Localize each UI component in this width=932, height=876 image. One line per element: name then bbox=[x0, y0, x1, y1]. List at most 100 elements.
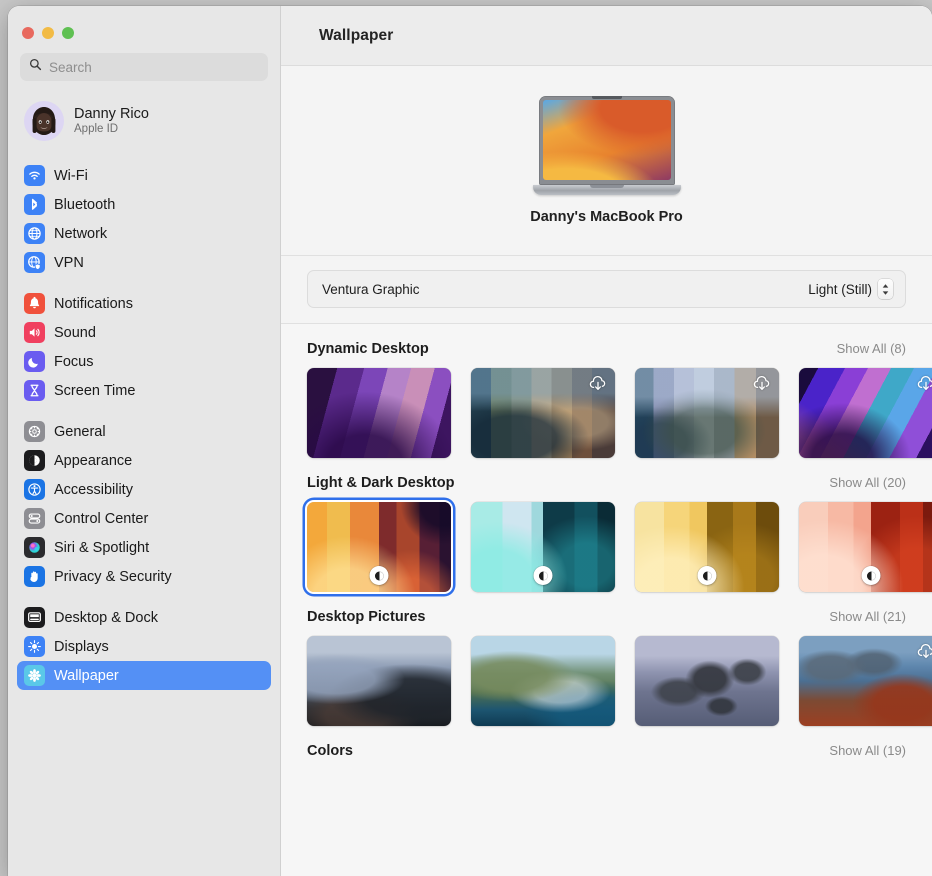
macbook-illustration bbox=[533, 96, 681, 195]
thumbnail-row bbox=[307, 357, 932, 458]
wallpaper-thumbnail[interactable] bbox=[799, 636, 932, 726]
appearance-popup-button[interactable]: Light (Still) bbox=[808, 279, 893, 299]
laptop-base bbox=[533, 185, 681, 195]
sidebar-item-control-center[interactable]: Control Center bbox=[17, 504, 271, 533]
cloud-download-icon[interactable] bbox=[588, 374, 608, 394]
sidebar-item-general[interactable]: General bbox=[17, 417, 271, 446]
section-desktop-pictures: Desktop PicturesShow All (21) bbox=[281, 592, 932, 726]
account-subtitle: Apple ID bbox=[74, 123, 149, 136]
speaker-icon bbox=[24, 322, 45, 343]
sidebar-item-bluetooth[interactable]: Bluetooth bbox=[17, 190, 271, 219]
show-all-button[interactable]: Show All (8) bbox=[837, 341, 906, 356]
thumbnail-row bbox=[307, 625, 932, 726]
sidebar-item-label: Wallpaper bbox=[54, 668, 119, 684]
section-title: Dynamic Desktop bbox=[307, 341, 429, 357]
light-dark-badge-icon bbox=[698, 566, 717, 585]
show-all-button[interactable]: Show All (19) bbox=[829, 743, 906, 758]
cloud-download-icon[interactable] bbox=[916, 374, 932, 394]
sidebar-group-3: Desktop & DockDisplays Wallpaper bbox=[8, 603, 280, 690]
system-settings-window: Danny Rico Apple ID Wi-Fi BluetoothNetwor… bbox=[8, 6, 932, 876]
sidebar-item-vpn[interactable]: VPN bbox=[17, 248, 271, 277]
sidebar-item-privacy-security[interactable]: Privacy & Security bbox=[17, 562, 271, 591]
sidebar-item-label: Focus bbox=[54, 354, 94, 370]
sidebar-group-2: General Appearance Accessibility Control Ce… bbox=[8, 417, 280, 591]
current-wallpaper-block: Ventura Graphic Light (Still) bbox=[281, 256, 932, 324]
wallpaper-art bbox=[471, 636, 615, 726]
thumbnail-row bbox=[307, 491, 932, 592]
sidebar-item-screen-time[interactable]: Screen Time bbox=[17, 376, 271, 405]
zoom-button[interactable] bbox=[62, 27, 74, 39]
appearance-popup-value: Light (Still) bbox=[808, 282, 872, 297]
sidebar-item-desktop-dock[interactable]: Desktop & Dock bbox=[17, 603, 271, 632]
sidebar-item-label: Screen Time bbox=[54, 383, 135, 399]
section-title: Colors bbox=[307, 743, 353, 759]
close-button[interactable] bbox=[22, 27, 34, 39]
siri-icon bbox=[24, 537, 45, 558]
section-header: Light & Dark DesktopShow All (20) bbox=[307, 458, 932, 491]
sidebar-item-displays[interactable]: Displays bbox=[17, 632, 271, 661]
wallpaper-thumbnail[interactable] bbox=[471, 636, 615, 726]
hand-icon bbox=[24, 566, 45, 587]
wifi-icon bbox=[24, 165, 45, 186]
sidebar-item-notifications[interactable]: Notifications bbox=[17, 289, 271, 318]
wallpaper-sections: Dynamic Desktop Show All (8) Light & Dark … bbox=[281, 324, 932, 759]
sidebar-item-siri-spotlight[interactable]: Siri & Spotlight bbox=[17, 533, 271, 562]
show-all-button[interactable]: Show All (21) bbox=[829, 609, 906, 624]
cloud-download-icon[interactable] bbox=[752, 374, 772, 394]
device-preview: Danny's MacBook Pro bbox=[281, 66, 932, 256]
current-wallpaper-row[interactable]: Ventura Graphic Light (Still) bbox=[307, 270, 906, 308]
sidebar-item-accessibility[interactable]: Accessibility bbox=[17, 475, 271, 504]
wallpaper-thumbnail[interactable] bbox=[799, 368, 932, 458]
apple-id-row[interactable]: Danny Rico Apple ID bbox=[18, 95, 270, 147]
wallpaper-thumbnail[interactable] bbox=[471, 502, 615, 592]
page-title: Wallpaper bbox=[319, 27, 393, 45]
search-input[interactable] bbox=[49, 60, 259, 75]
wallpaper-thumbnail[interactable] bbox=[799, 502, 932, 592]
light-dark-badge-icon bbox=[862, 566, 881, 585]
minimize-button[interactable] bbox=[42, 27, 54, 39]
vpn-globe-icon bbox=[24, 252, 45, 273]
sidebar-group-1: NotificationsSound Focus Screen Time bbox=[8, 289, 280, 405]
section-header: Dynamic Desktop Show All (8) bbox=[307, 324, 932, 357]
sidebar-item-label: Siri & Spotlight bbox=[54, 540, 149, 556]
desktop-dock-icon bbox=[24, 607, 45, 628]
sidebar: Danny Rico Apple ID Wi-Fi BluetoothNetwor… bbox=[8, 6, 281, 876]
wallpaper-thumbnail[interactable] bbox=[471, 368, 615, 458]
wallpaper-thumbnail-selected[interactable] bbox=[307, 502, 451, 592]
wallpaper-thumbnail[interactable] bbox=[307, 636, 451, 726]
sidebar-item-appearance[interactable]: Appearance bbox=[17, 446, 271, 475]
settings-scroll-area[interactable]: Danny's MacBook Pro Ventura Graphic Ligh… bbox=[281, 66, 932, 876]
chevron-updown-icon[interactable] bbox=[878, 279, 893, 299]
gear-icon bbox=[24, 421, 45, 442]
sidebar-item-sound[interactable]: Sound bbox=[17, 318, 271, 347]
main-content: Wallpaper Danny's MacBook Pro Ventura Gr… bbox=[281, 6, 932, 876]
sidebar-item-focus[interactable]: Focus bbox=[17, 347, 271, 376]
cloud-download-icon[interactable] bbox=[916, 642, 932, 662]
sidebar-item-wi-fi[interactable]: Wi-Fi bbox=[17, 161, 271, 190]
brightness-icon bbox=[24, 636, 45, 657]
sidebar-group-0: Wi-Fi BluetoothNetworkVPN bbox=[8, 161, 280, 277]
wallpaper-art bbox=[307, 368, 451, 458]
control-center-icon bbox=[24, 508, 45, 529]
account-name: Danny Rico bbox=[74, 106, 149, 123]
sidebar-item-label: Control Center bbox=[54, 511, 148, 527]
sidebar-item-label: General bbox=[54, 424, 106, 440]
hourglass-icon bbox=[24, 380, 45, 401]
wallpaper-thumbnail[interactable] bbox=[635, 368, 779, 458]
search-field[interactable] bbox=[20, 53, 268, 81]
sidebar-item-label: Wi-Fi bbox=[54, 168, 88, 184]
show-all-button[interactable]: Show All (20) bbox=[829, 475, 906, 490]
sidebar-item-label: Accessibility bbox=[54, 482, 133, 498]
wallpaper-thumbnail[interactable] bbox=[635, 502, 779, 592]
appearance-icon bbox=[24, 450, 45, 471]
window-controls bbox=[8, 6, 280, 39]
sidebar-nav: Wi-Fi BluetoothNetworkVPN NotificationsSou… bbox=[8, 161, 280, 690]
sidebar-item-label: Privacy & Security bbox=[54, 569, 172, 585]
sidebar-item-wallpaper[interactable]: Wallpaper bbox=[17, 661, 271, 690]
moon-icon bbox=[24, 351, 45, 372]
section-header: Colors Show All (19) bbox=[307, 726, 932, 759]
wallpaper-thumbnail[interactable] bbox=[307, 368, 451, 458]
wallpaper-art bbox=[307, 636, 451, 726]
wallpaper-thumbnail[interactable] bbox=[635, 636, 779, 726]
sidebar-item-network[interactable]: Network bbox=[17, 219, 271, 248]
